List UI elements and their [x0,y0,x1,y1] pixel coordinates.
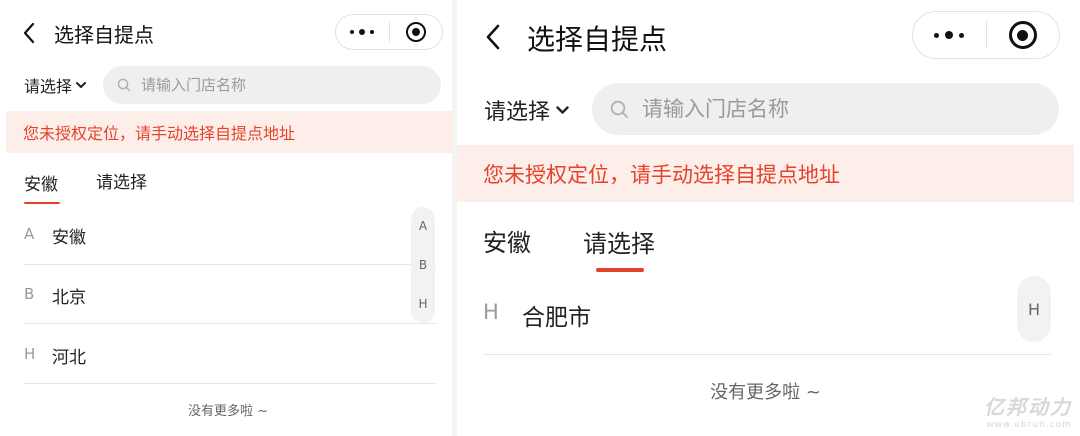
tab-province[interactable]: 安徽 [24,170,58,195]
search-input[interactable] [640,96,1059,122]
tab-province[interactable]: 安徽 [483,223,531,258]
row-divider [483,354,1051,355]
target-close-icon [1008,21,1037,49]
search-icon [610,100,629,119]
list-item[interactable]: 河北 [52,343,86,368]
location-notice: 您未授权定位，请手动选择自提点地址 [6,111,452,153]
more-button[interactable] [336,15,389,49]
page-title: 选择自提点 [54,23,154,47]
chevron-down-icon [556,105,569,115]
row-divider [24,264,436,265]
search-input[interactable] [139,75,441,95]
list-letter: H [24,345,36,363]
tab-select[interactable]: 请选择 [96,168,147,193]
no-more-footer: 没有更多啦 ~ [187,404,269,419]
chevron-down-icon [76,81,87,89]
target-close-icon [405,22,426,42]
active-tab-underline [596,268,644,272]
index-letter[interactable]: B [419,258,427,272]
list-letter: H [483,300,499,324]
index-letter[interactable]: H [418,297,427,311]
alphabet-index-bar[interactable]: A B H [411,207,435,323]
search-box[interactable] [592,83,1059,135]
right-screen: 选择自提点 请选择 您未授权定位，请手动选择自提点地址 安徽 请选择 H 合肥市… [457,0,1080,436]
region-select[interactable]: 请选择 [24,73,87,97]
page-title: 选择自提点 [527,23,668,56]
row-divider [24,323,436,324]
list-item[interactable]: 安徽 [52,223,86,248]
index-letter[interactable]: H [1028,300,1040,319]
list-item[interactable]: 合肥市 [522,298,591,332]
mini-program-capsule [912,11,1060,59]
watermark-brand: 亿邦动力 [984,395,1072,419]
more-dots-icon [934,31,965,39]
row-divider [24,383,436,384]
alphabet-index-bar[interactable]: H [1017,276,1051,342]
brand-watermark: 亿邦动力 www.ebrun.com [984,391,1072,430]
tab-select[interactable]: 请选择 [583,224,655,259]
close-program-button[interactable] [390,15,443,49]
more-dots-icon [350,29,375,35]
no-more-footer: 没有更多啦 ~ [710,382,821,403]
back-arrow-icon[interactable] [484,23,502,51]
index-letter[interactable]: A [419,219,427,233]
watermark-url: www.ebrun.com [986,420,1072,430]
active-tab-underline [24,202,60,204]
region-select-label: 请选择 [24,77,73,96]
close-program-button[interactable] [987,12,1060,58]
more-button[interactable] [913,12,986,58]
region-select-label: 请选择 [484,100,551,125]
list-item[interactable]: 北京 [52,283,86,308]
left-screen: 选择自提点 请选择 您未授权定位，请手动选择自提点地址 安徽 请选择 A 安徽 … [0,0,452,436]
search-box[interactable] [103,66,441,104]
back-arrow-icon[interactable] [22,22,36,44]
location-notice: 您未授权定位，请手动选择自提点地址 [457,145,1074,202]
mini-program-capsule [335,14,443,50]
region-select[interactable]: 请选择 [484,94,569,126]
search-icon [117,78,131,92]
list-letter: A [24,225,35,243]
list-letter: B [24,285,35,303]
